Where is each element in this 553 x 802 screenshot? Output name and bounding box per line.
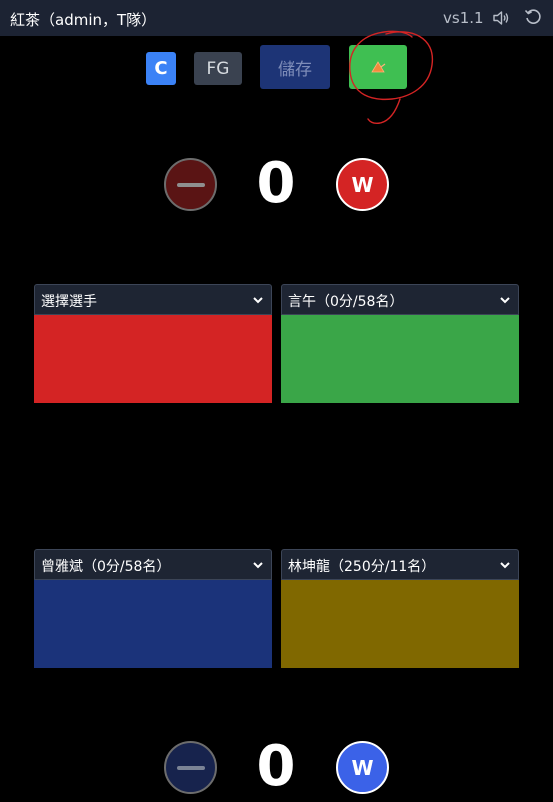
- refresh-icon[interactable]: [524, 8, 542, 26]
- player-panel-1: 選擇選手: [34, 284, 272, 403]
- chevron-down-icon: [500, 562, 510, 569]
- chevron-down-icon: [500, 297, 510, 304]
- minus-icon: [176, 182, 205, 187]
- player-select-value: 選擇選手: [41, 294, 97, 310]
- score-value: 0: [256, 734, 296, 799]
- player-color-block[interactable]: [34, 580, 272, 668]
- player-panel-3: 曾雅斌（0分/58名）: [34, 549, 272, 668]
- w-button[interactable]: W: [336, 158, 389, 211]
- w-button[interactable]: W: [336, 741, 389, 794]
- chevron-down-icon: [253, 562, 263, 569]
- player-select-value: 曾雅斌（0分/58名）: [41, 559, 171, 575]
- app-title: 紅茶（admin，T隊）: [10, 11, 157, 29]
- bottom-score-row: 0 W: [0, 734, 553, 799]
- fg-button[interactable]: FG: [194, 52, 242, 85]
- top-bar: 紅茶（admin，T隊） vs1.1: [0, 0, 553, 36]
- player-color-block[interactable]: [281, 315, 519, 403]
- player-select[interactable]: 言午（0分/58名）: [281, 284, 519, 315]
- player-panel-2: 言午（0分/58名）: [281, 284, 519, 403]
- player-color-block[interactable]: [281, 580, 519, 668]
- player-select[interactable]: 林坤龍（250分/11名）: [281, 549, 519, 580]
- minus-button[interactable]: [164, 741, 217, 794]
- player-select[interactable]: 曾雅斌（0分/58名）: [34, 549, 272, 580]
- player-panel-4: 林坤龍（250分/11名）: [281, 549, 519, 668]
- top-score-row: 0 W: [0, 151, 553, 216]
- score-value: 0: [256, 151, 296, 216]
- chevron-down-icon: [253, 297, 263, 304]
- horn-button[interactable]: [349, 45, 407, 89]
- player-color-block[interactable]: [34, 315, 272, 403]
- player-select[interactable]: 選擇選手: [34, 284, 272, 315]
- horn-icon: [371, 61, 386, 73]
- volume-icon[interactable]: [492, 9, 510, 27]
- version-label: vs1.1: [443, 9, 484, 27]
- player-select-value: 林坤龍（250分/11名）: [288, 559, 436, 575]
- player-select-value: 言午（0分/58名）: [288, 294, 404, 310]
- minus-button[interactable]: [164, 158, 217, 211]
- c-button[interactable]: C: [146, 52, 176, 85]
- minus-icon: [176, 765, 205, 770]
- save-button[interactable]: 儲存: [260, 45, 330, 89]
